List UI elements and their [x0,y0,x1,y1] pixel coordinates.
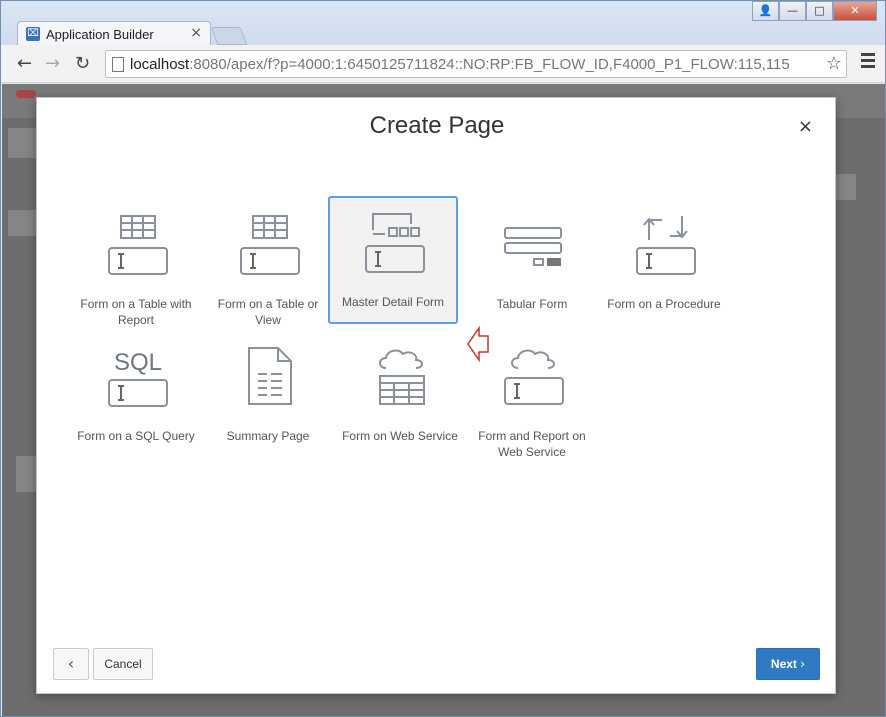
pointer-arrow-icon [467,326,489,362]
tile-label: Form on a Procedure [607,297,721,311]
back-button[interactable]: ‹ [53,648,89,680]
dialog-title: Create Page [369,112,505,139]
minimize-button[interactable]: — [779,1,806,21]
cloud-form-icon [504,349,564,405]
back-arrow-icon[interactable]: ← [17,53,32,74]
tile-master-detail-form[interactable]: Master Detail Form [328,196,458,324]
cancel-button[interactable]: Cancel [93,648,153,680]
tile-label: Form on a Table with Report [80,297,192,327]
browser-toolbar: ← → ↻ localhost:8080/apex/f?p=4000:1:645… [1,45,885,83]
tile-label: Tabular Form [496,297,568,311]
browser-menu-icon[interactable] [861,53,875,71]
user-icon[interactable]: 👤 [752,1,779,21]
browser-titlebar: ⌧ Application Builder × 👤 — □ ✕ [1,1,885,47]
tile-label: Form on a SQL Query [77,429,195,443]
close-icon[interactable]: × [798,116,813,137]
tile-label: Master Detail Form [341,295,445,309]
tile-form-on-table-or-view[interactable]: Form on a Table or View [203,198,333,327]
tile-tabular-form[interactable]: Tabular Form [467,198,597,326]
tile-summary-page[interactable]: Summary Page [203,330,333,458]
page-icon [112,57,124,72]
table-form-icon [108,215,168,275]
master-detail-icon [365,213,425,273]
browser-window: ⌧ Application Builder × 👤 — □ ✕ ← → ↻ lo… [0,0,886,717]
tile-label: Form and Report on Web Service [478,429,586,459]
next-button-label: Next [770,657,797,671]
chevron-right-icon: › [800,657,806,671]
tile-label: Form on a Table or View [217,297,319,327]
tile-form-on-web-service[interactable]: Form on Web Service [335,330,465,458]
bg-tab [8,128,38,158]
next-button[interactable]: Next › [756,648,820,680]
bg-search [836,174,856,200]
tile-label: Form on Web Service [342,429,458,443]
forward-arrow-icon[interactable]: → [45,53,60,74]
create-page-dialog: Create Page × Form on a Table with Repor… [36,97,836,694]
address-bar[interactable]: localhost:8080/apex/f?p=4000:1:645012571… [105,50,847,78]
document-icon [248,347,292,405]
reload-icon[interactable]: ↻ [75,53,90,74]
bookmark-star-icon[interactable]: ☆ [826,53,842,74]
tile-form-on-sql-query[interactable]: SQL Form on a SQL Query [71,330,201,458]
maximize-button[interactable]: □ [806,1,833,21]
window-controls: 👤 — □ ✕ [752,1,877,21]
apex-favicon-icon: ⌧ [26,27,40,41]
close-window-button[interactable]: ✕ [833,1,877,21]
table-form-icon [240,215,300,275]
tile-form-on-table-with-report[interactable]: Form on a Table with Report [71,198,201,327]
browser-tab[interactable]: ⌧ Application Builder × [17,21,211,47]
tab-title: Application Builder [46,27,154,42]
svg-text:SQL: SQL [114,349,162,376]
tabular-form-icon [504,227,562,266]
tile-label: Summary Page [226,429,310,443]
tab-close-icon[interactable]: × [190,25,202,41]
sql-form-icon: SQL [108,349,168,407]
url-text: localhost:8080/apex/f?p=4000:1:645012571… [130,56,790,73]
bg-logo [16,90,36,98]
tile-form-on-procedure[interactable]: Form on a Procedure [599,198,729,326]
procedure-icon [636,216,696,275]
cloud-table-icon [379,349,425,405]
new-tab-button[interactable] [210,27,248,45]
